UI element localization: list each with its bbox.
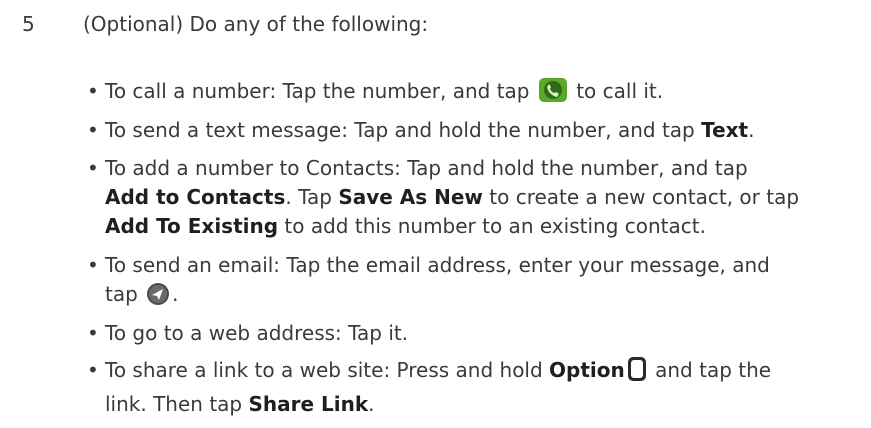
save-as-new-label: Save As New — [338, 185, 483, 209]
option-key-icon — [627, 356, 647, 390]
item-text: . Tap — [285, 185, 339, 209]
bullet: • — [87, 79, 99, 103]
option-key-label: Option — [549, 358, 625, 382]
bullet: • — [87, 358, 99, 382]
step-number: 5 — [22, 12, 35, 36]
item-text: . — [748, 118, 755, 142]
item-text: to create a new contact, or tap — [482, 185, 800, 209]
add-to-existing-label: Add To Existing — [105, 214, 279, 238]
bullet: • — [87, 253, 99, 277]
add-to-contacts-label: Add to Contacts — [105, 185, 286, 209]
share-link-label: Share Link — [248, 392, 369, 416]
text-action-label: Text — [701, 118, 749, 142]
item-text: To add a number to Contacts: Tap and hol… — [105, 156, 748, 180]
item-text: To share a link to a web site: Press and… — [105, 358, 550, 382]
item-text: . — [368, 392, 375, 416]
list-item-email: • To send an email: Tap the email addres… — [87, 251, 865, 314]
item-text: to call it. — [569, 79, 664, 103]
item-text: link. Then tap — [105, 392, 249, 416]
step-intro: (Optional) Do any of the following: — [83, 12, 429, 36]
list-item-add-contact: • To add a number to Contacts: Tap and h… — [87, 154, 865, 241]
list-item-text: • To send a text message: Tap and hold t… — [87, 116, 865, 145]
list-item-call: • To call a number: Tap the number, and … — [87, 77, 865, 111]
bullet: • — [87, 156, 99, 180]
bullet: • — [87, 321, 99, 345]
item-text: tap — [105, 282, 145, 306]
item-text: to add this number to an existing contac… — [278, 214, 706, 238]
item-text: . — [172, 282, 179, 306]
item-text: To send a text message: Tap and hold the… — [105, 118, 702, 142]
item-text: To go to a web address: Tap it. — [105, 321, 409, 345]
item-text: To send an email: Tap the email address,… — [105, 253, 770, 277]
list-item-web-address: • To go to a web address: Tap it. — [87, 319, 865, 348]
phone-call-icon — [538, 77, 568, 111]
item-text: and tap the — [648, 358, 772, 382]
bullet: • — [87, 118, 99, 142]
send-icon — [146, 282, 170, 314]
list-item-share-link: • To share a link to a web site: Press a… — [87, 356, 865, 419]
item-text: To call a number: Tap the number, and ta… — [105, 79, 536, 103]
